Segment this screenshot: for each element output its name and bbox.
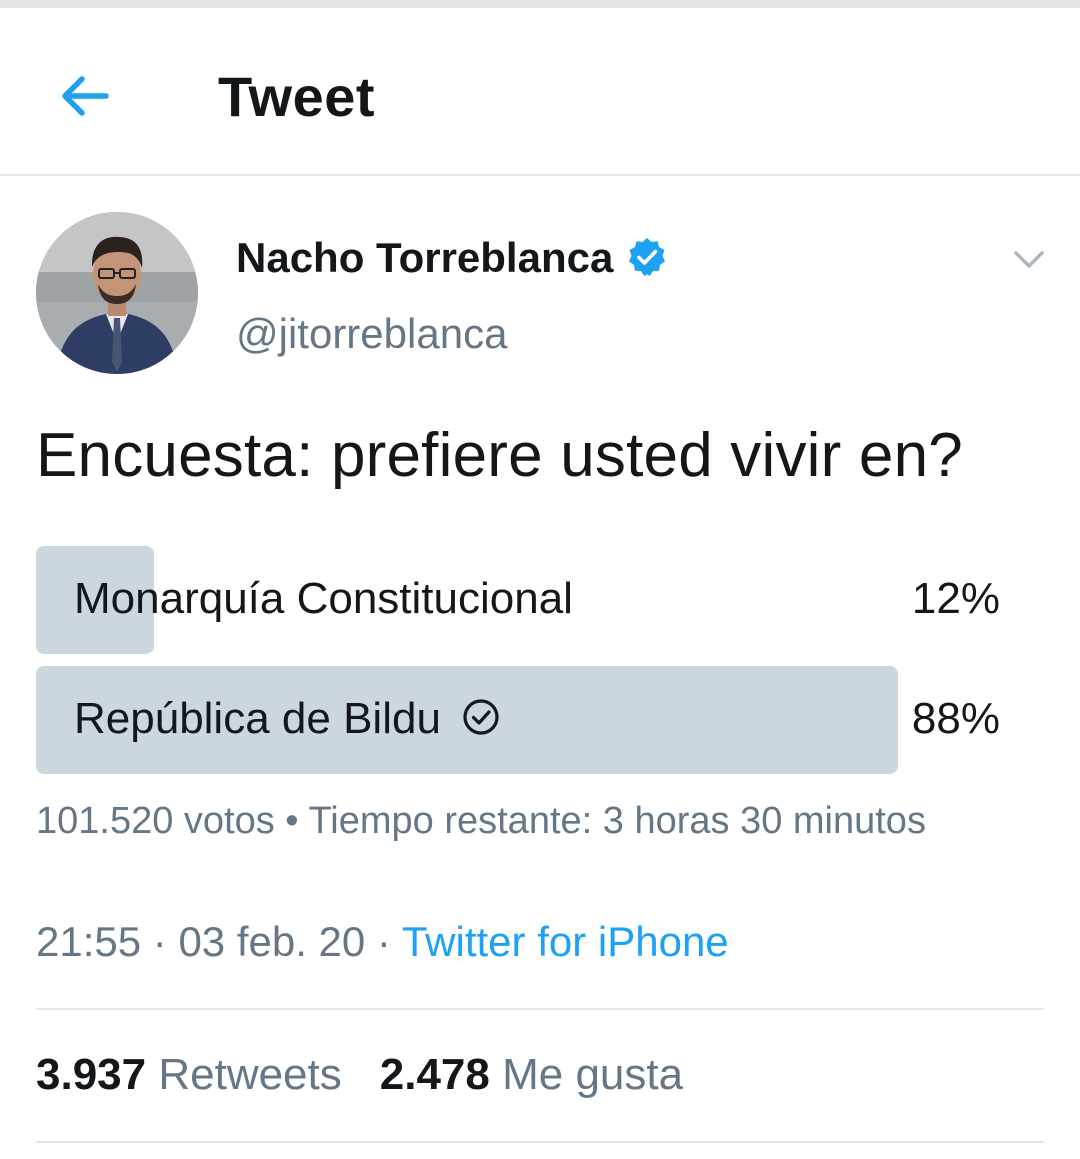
verified-badge-icon bbox=[629, 238, 665, 276]
poll-option-label: Monarquía Constitucional bbox=[74, 574, 573, 623]
separator: · bbox=[365, 918, 402, 965]
divider bbox=[36, 1008, 1044, 1010]
status-bar-strip bbox=[0, 0, 1080, 8]
arrow-left-icon bbox=[62, 76, 109, 116]
poll-option-percent: 12% bbox=[911, 574, 1000, 623]
separator: · bbox=[141, 918, 179, 965]
poll-option-label: República de Bildu bbox=[74, 694, 441, 743]
poll-option-monarquia[interactable]: Monarquía Constitucional 12% bbox=[36, 546, 1016, 654]
poll-option-label-wrap: República de Bildu bbox=[74, 694, 501, 744]
tweet-time: 21:55 bbox=[36, 918, 142, 965]
back-button[interactable] bbox=[52, 64, 116, 128]
author-handle[interactable]: @jitorreblanca bbox=[236, 310, 507, 358]
check-circle-icon bbox=[463, 699, 499, 735]
top-bar: Tweet bbox=[0, 8, 1080, 176]
retweets-label: Retweets bbox=[158, 1050, 342, 1099]
author-name[interactable]: Nacho Torreblanca bbox=[236, 234, 613, 282]
poll-meta: 101.520 votos • Tiempo restante: 3 horas… bbox=[36, 800, 926, 842]
avatar[interactable] bbox=[36, 212, 198, 374]
tweet-text: Encuesta: prefiere usted vivir en? bbox=[36, 421, 963, 490]
retweets-count: 3.937 bbox=[36, 1050, 147, 1099]
tweet-timestamp: 21:55 · 03 feb. 20 · Twitter for iPhone bbox=[36, 918, 729, 966]
tweet-date: 03 feb. 20 bbox=[178, 918, 366, 965]
source-link[interactable]: Twitter for iPhone bbox=[402, 918, 729, 965]
tweet-stats: 3.937 Retweets 2.478 Me gusta bbox=[36, 1050, 683, 1100]
retweets-stat[interactable]: 3.937 Retweets bbox=[36, 1050, 342, 1099]
poll-option-republica[interactable]: República de Bildu 88% bbox=[36, 666, 1016, 774]
likes-count: 2.478 bbox=[379, 1050, 490, 1099]
divider bbox=[36, 1141, 1044, 1143]
page-title: Tweet bbox=[218, 65, 376, 128]
avatar-photo bbox=[36, 212, 198, 374]
likes-stat[interactable]: 2.478 Me gusta bbox=[380, 1050, 683, 1099]
likes-label: Me gusta bbox=[502, 1050, 684, 1099]
poll-option-percent: 88% bbox=[911, 694, 1000, 743]
chevron-down-icon[interactable] bbox=[1008, 238, 1050, 280]
